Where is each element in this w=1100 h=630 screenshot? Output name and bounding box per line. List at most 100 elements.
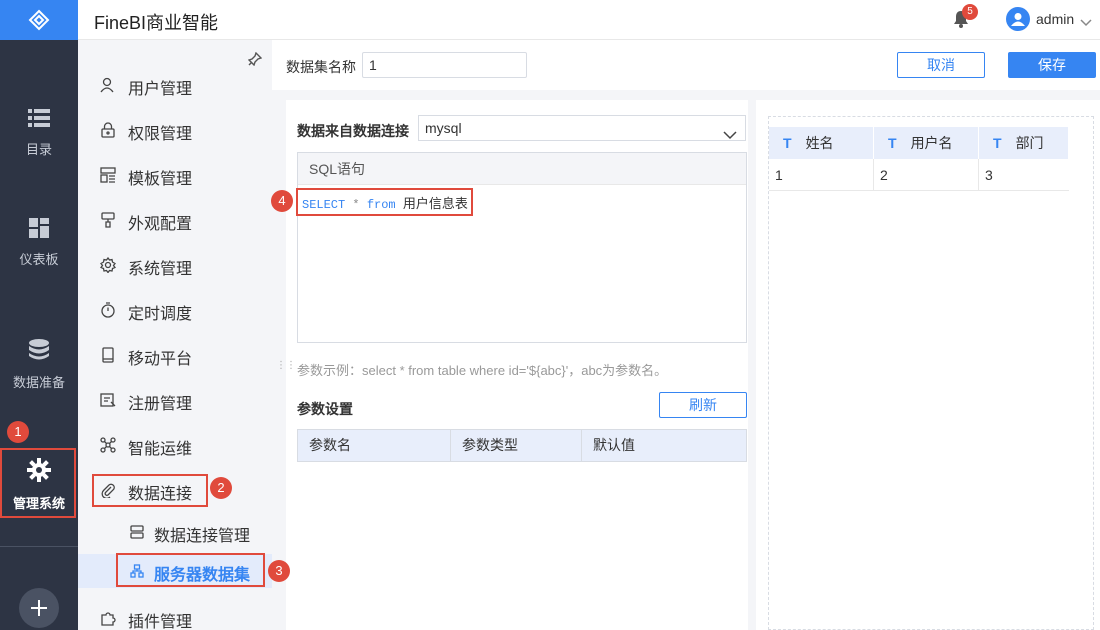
settings-icon [100, 257, 116, 273]
preview-col-label: 姓名 [805, 135, 834, 151]
dataset-name-input[interactable] [362, 52, 527, 78]
preview-table: T 姓名 T 用户名 T 部门 1 2 3 [769, 127, 1069, 191]
template-icon [100, 167, 116, 183]
text-type-icon: T [888, 135, 897, 151]
sub-item-label: 数据连接管理 [154, 528, 251, 545]
preview-table-header: T 姓名 T 用户名 T 部门 [769, 127, 1069, 159]
refresh-button[interactable]: 刷新 [659, 392, 747, 418]
nav-label: 定时调度 [128, 306, 193, 323]
nav-label: 注册管理 [128, 396, 193, 413]
nav-label: 智能运维 [128, 441, 193, 458]
param-table-header: 参数名 参数类型 默认值 [297, 429, 747, 462]
step-marker: 1 [7, 421, 29, 443]
step-marker: 4 [271, 190, 293, 212]
admin-nav: 用户管理 权限管理 模板管理 外观配置 系统管理 定时调度 移动平台 注册管理 … [78, 40, 272, 630]
table-cell: 3 [985, 167, 993, 183]
dashboard-icon [29, 218, 49, 241]
connection-value: mysql [425, 120, 462, 136]
logo-icon[interactable] [0, 0, 78, 40]
preview-col-label: 用户名 [910, 135, 953, 151]
paint-icon [101, 212, 115, 228]
dataset-name-label: 数据集名称 [286, 59, 356, 75]
app-title: FineBI商业智能 [94, 13, 219, 33]
param-col-type: 参数类型 [451, 430, 582, 461]
param-col-default: 默认值 [593, 437, 635, 453]
rail-item-label: 数据准备 [12, 375, 65, 390]
sql-panel: 数据来自数据连接 mysql SQL语句 SELECT * from 用户信息表… [286, 100, 748, 630]
preview-col[interactable]: T 用户名 [874, 127, 979, 159]
nav-label: 插件管理 [128, 614, 193, 630]
nav-label: 用户管理 [128, 81, 193, 98]
nav-label: 移动平台 [128, 351, 193, 368]
preview-panel: T 姓名 T 用户名 T 部门 1 2 3 [756, 100, 1100, 630]
nav-item-appearance[interactable]: 外观配置 [78, 200, 272, 240]
plugin-icon [101, 612, 116, 626]
param-hint: 参数示例：select * from table where id='${abc… [297, 363, 668, 378]
rail-item-catalog[interactable]: 目录 [0, 98, 78, 168]
rail-item-data-prep[interactable]: 数据准备 [0, 330, 78, 400]
nav-label: 模板管理 [128, 171, 193, 188]
nav-label: 外观配置 [128, 216, 193, 233]
preview-col[interactable]: T 姓名 [769, 127, 874, 159]
nav-item-mobile[interactable]: 移动平台 [78, 335, 272, 375]
text-type-icon: T [783, 135, 792, 151]
highlight-data-connection [92, 474, 208, 507]
divider [0, 546, 78, 547]
user-name[interactable]: admin [1036, 11, 1074, 27]
register-icon [100, 393, 116, 407]
database-icon [28, 339, 50, 364]
main-sidebar: 目录 仪表板 数据准备 管理系统 [0, 0, 78, 630]
sql-editor[interactable]: SQL语句 SELECT * from 用户信息表 [297, 152, 747, 343]
nav-item-template[interactable]: 模板管理 [78, 155, 272, 195]
main-content: 数据集名称 取消 保存 数据来自数据连接 mysql SQL语句 SELECT … [272, 40, 1100, 630]
cancel-button[interactable]: 取消 [897, 52, 985, 78]
connection-label: 数据来自数据连接 [297, 123, 409, 139]
mobile-icon [102, 347, 114, 363]
notification-badge: 5 [962, 4, 978, 20]
highlight-admin [0, 448, 76, 518]
preview-col[interactable]: T 部门 [979, 127, 1069, 159]
top-bar: FineBI商业智能 5 admin [78, 0, 1100, 40]
dataset-header: 数据集名称 取消 保存 [272, 40, 1100, 90]
nav-item-schedule[interactable]: 定时调度 [78, 290, 272, 330]
nav-item-system[interactable]: 系统管理 [78, 245, 272, 285]
resize-handle-icon[interactable]: ⋮⋮ [276, 360, 296, 371]
highlight-sql [296, 188, 473, 216]
sql-editor-header: SQL语句 [298, 153, 746, 185]
text-type-icon: T [993, 135, 1002, 151]
save-button[interactable]: 保存 [1008, 52, 1096, 78]
preview-col-label: 部门 [1015, 135, 1044, 151]
table-row: 1 2 3 [769, 159, 1069, 191]
rail-item-dashboard[interactable]: 仪表板 [0, 208, 78, 278]
user-avatar-icon [1011, 13, 1025, 26]
nav-item-permission[interactable]: 权限管理 [78, 110, 272, 150]
table-cell: 2 [874, 159, 979, 190]
param-col-name: 参数名 [298, 430, 451, 461]
param-settings-title: 参数设置 [297, 401, 353, 417]
add-button[interactable] [19, 588, 59, 628]
server-icon [130, 525, 144, 539]
timer-icon [101, 302, 115, 318]
rail-item-label: 目录 [25, 142, 52, 157]
nav-item-registration[interactable]: 注册管理 [78, 380, 272, 420]
avatar[interactable] [1006, 7, 1030, 31]
table-cell: 1 [769, 159, 874, 190]
ops-icon [100, 437, 116, 453]
chevron-down-icon[interactable] [1080, 14, 1092, 30]
chevron-down-icon [723, 123, 737, 147]
sub-item-connection-management[interactable]: 数据连接管理 [78, 515, 272, 549]
nav-item-ops[interactable]: 智能运维 [78, 425, 272, 465]
nav-item-plugins[interactable]: 插件管理 [78, 598, 272, 630]
lock-icon [101, 122, 115, 138]
connection-select[interactable]: mysql [418, 115, 746, 141]
step-marker: 3 [268, 560, 290, 582]
rail-item-label: 仪表板 [19, 252, 59, 267]
nav-label: 系统管理 [128, 261, 193, 278]
step-marker: 2 [210, 477, 232, 499]
nav-item-user-management[interactable]: 用户管理 [78, 65, 272, 105]
user-icon [100, 77, 114, 93]
plus-icon [31, 600, 47, 616]
highlight-server-dataset [116, 553, 265, 587]
list-icon [28, 108, 50, 131]
preview-area: T 姓名 T 用户名 T 部门 1 2 3 [768, 116, 1094, 630]
